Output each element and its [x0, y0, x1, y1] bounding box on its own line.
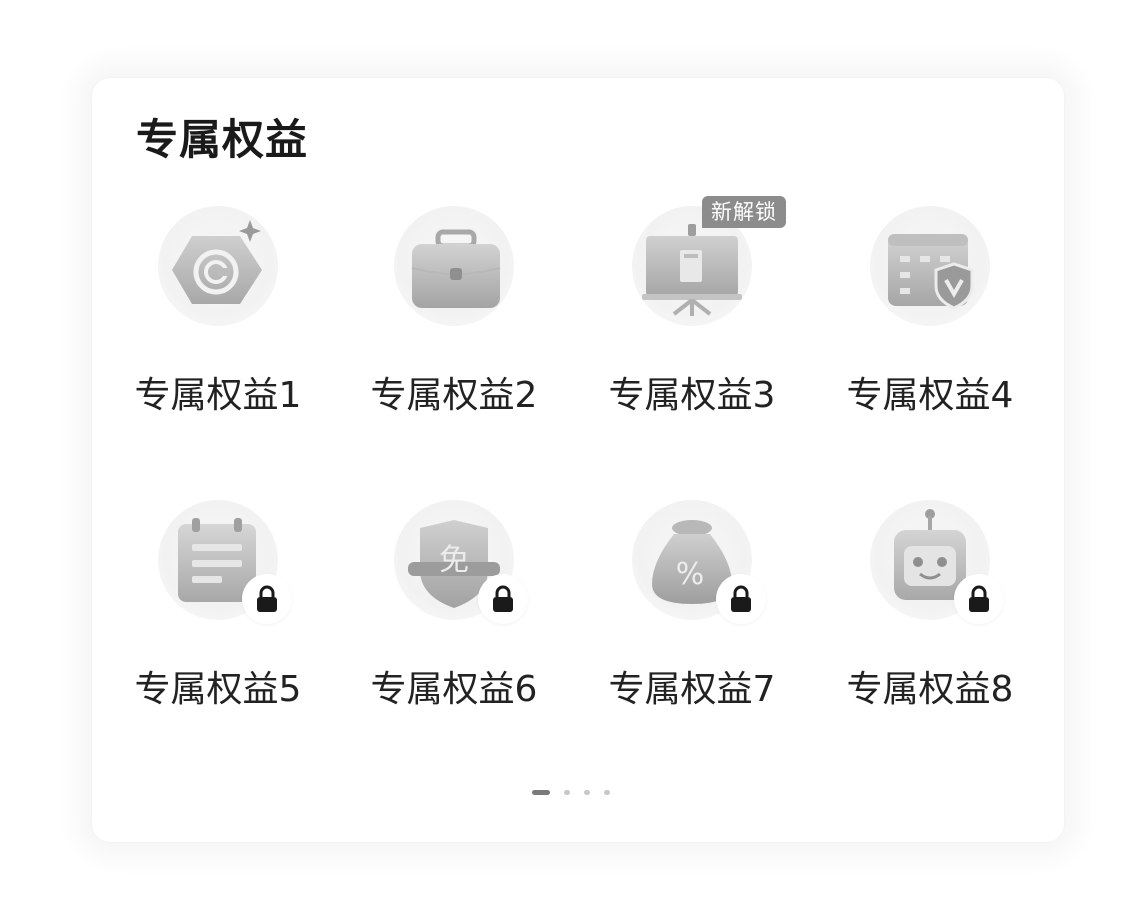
- benefit-item-1[interactable]: 专属权益1: [100, 206, 336, 446]
- lock-icon: [731, 585, 751, 612]
- lock-icon: [257, 585, 277, 612]
- benefit-item-4[interactable]: 专属权益4: [812, 206, 1048, 446]
- page-dot-3[interactable]: [584, 790, 590, 795]
- page-dot-1[interactable]: [532, 790, 550, 795]
- benefit-label-1: 专属权益1: [134, 375, 302, 416]
- benefit-label-2: 专属权益2: [370, 375, 538, 416]
- benefit-item-3[interactable]: 专属权益3: [574, 206, 810, 446]
- benefits-card: 专属权益 专属权益1 专属权益2 专属权益3 专属权益4 专属权益5 免 专属权…: [92, 78, 1064, 842]
- benefit-label-7: 专属权益7: [608, 669, 776, 710]
- benefit-item-8[interactable]: 专属权益8: [812, 500, 1048, 740]
- lock-badge: [242, 574, 292, 624]
- benefit-label-3: 专属权益3: [608, 375, 776, 416]
- hexagon-coin-icon: [172, 220, 262, 304]
- lock-icon: [493, 585, 513, 612]
- page-indicator[interactable]: [532, 788, 622, 796]
- new-unlock-badge: 新解锁: [702, 196, 786, 228]
- benefit-icon-6: 免: [394, 500, 528, 624]
- benefit-item-5[interactable]: 专属权益5: [100, 500, 336, 740]
- benefit-icon-7: %: [632, 500, 766, 624]
- benefit-item-7[interactable]: % 专属权益7: [574, 500, 810, 740]
- page-dot-4[interactable]: [604, 790, 610, 795]
- lock-badge: [716, 574, 766, 624]
- benefit-label-4: 专属权益4: [846, 375, 1014, 416]
- benefit-icon-2: [394, 206, 514, 326]
- lock-badge: [478, 574, 528, 624]
- page: 专属权益 专属权益1 专属权益2 专属权益3 专属权益4 专属权益5 免 专属权…: [0, 0, 1142, 914]
- benefit-item-2[interactable]: 专属权益2: [336, 206, 572, 446]
- benefit-label-8: 专属权益8: [846, 669, 1014, 710]
- benefit-icon-1: [158, 206, 278, 326]
- briefcase-icon: [411, 229, 501, 308]
- benefit-item-6[interactable]: 免 专属权益6: [336, 500, 572, 740]
- benefits-grid: 专属权益1 专属权益2 专属权益3 专属权益4 专属权益5 免 专属权益6 % …: [92, 78, 1064, 778]
- lock-icon: [969, 585, 989, 612]
- svg-text:免: 免: [439, 543, 469, 578]
- benefit-icon-4: [870, 206, 990, 326]
- svg-text:%: %: [676, 557, 705, 592]
- calendar-shield-icon: [888, 234, 974, 310]
- benefit-label-5: 专属权益5: [134, 669, 302, 710]
- lock-badge: [954, 574, 1004, 624]
- page-dot-2[interactable]: [564, 790, 570, 795]
- benefit-icon-5: [158, 500, 292, 624]
- benefit-icon-8: [870, 500, 1004, 624]
- benefit-label-6: 专属权益6: [370, 669, 538, 710]
